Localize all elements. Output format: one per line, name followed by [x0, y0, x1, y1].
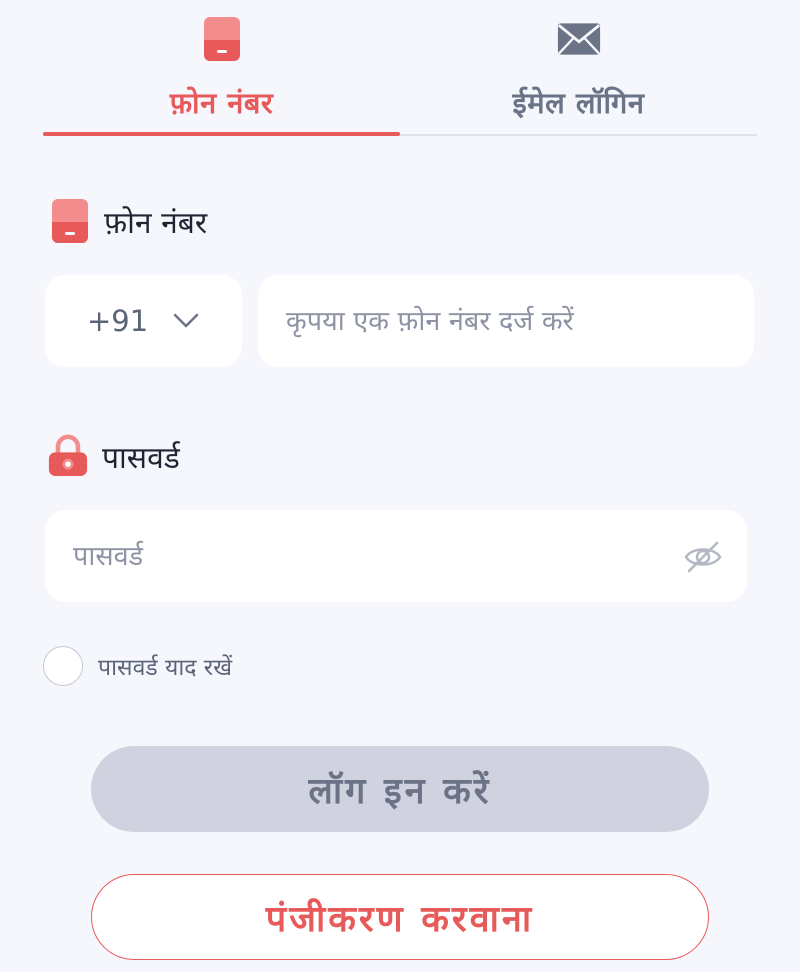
password-field[interactable]: [45, 510, 747, 602]
phone-number-field[interactable]: [258, 275, 754, 367]
phone-label-text: फ़ोन नंबर: [104, 205, 208, 241]
phone-icon: [200, 17, 244, 61]
tab-phone-number[interactable]: फ़ोन नंबर: [43, 0, 400, 137]
login-button[interactable]: लॉग इन करें: [91, 746, 709, 832]
password-input[interactable]: [45, 510, 747, 602]
password-label: पासवर्ड: [48, 433, 180, 479]
remember-password-checkbox[interactable]: [43, 646, 83, 686]
password-label-text: पासवर्ड: [102, 440, 180, 476]
remember-password-label: पासवर्ड याद रखें: [98, 655, 233, 681]
chevron-down-icon: [172, 307, 200, 335]
phone-icon: [50, 198, 90, 244]
tab-email-label: ईमेल लॉगिन: [512, 86, 645, 120]
login-page: फ़ोन नंबर ईमेल लॉगिन फ़ोन नंबर +91 कृपया…: [0, 0, 800, 972]
tab-email-login[interactable]: ईमेल लॉगिन: [400, 0, 757, 137]
lock-icon: [48, 433, 88, 479]
country-code-select[interactable]: +91: [45, 275, 242, 367]
phone-number-label: फ़ोन नंबर: [50, 198, 207, 244]
login-tabs: फ़ोन नंबर ईमेल लॉगिन: [43, 0, 757, 137]
mail-icon: [557, 17, 601, 61]
phone-number-input[interactable]: [258, 275, 754, 367]
active-tab-indicator: [43, 132, 400, 136]
register-button[interactable]: पंजीकरण करवाना: [91, 874, 709, 960]
tab-phone-label: फ़ोन नंबर: [169, 86, 274, 120]
remember-password[interactable]: पासवर्ड याद रखें: [43, 646, 232, 686]
country-code-value: +91: [87, 304, 149, 338]
eye-off-icon[interactable]: [683, 537, 723, 577]
